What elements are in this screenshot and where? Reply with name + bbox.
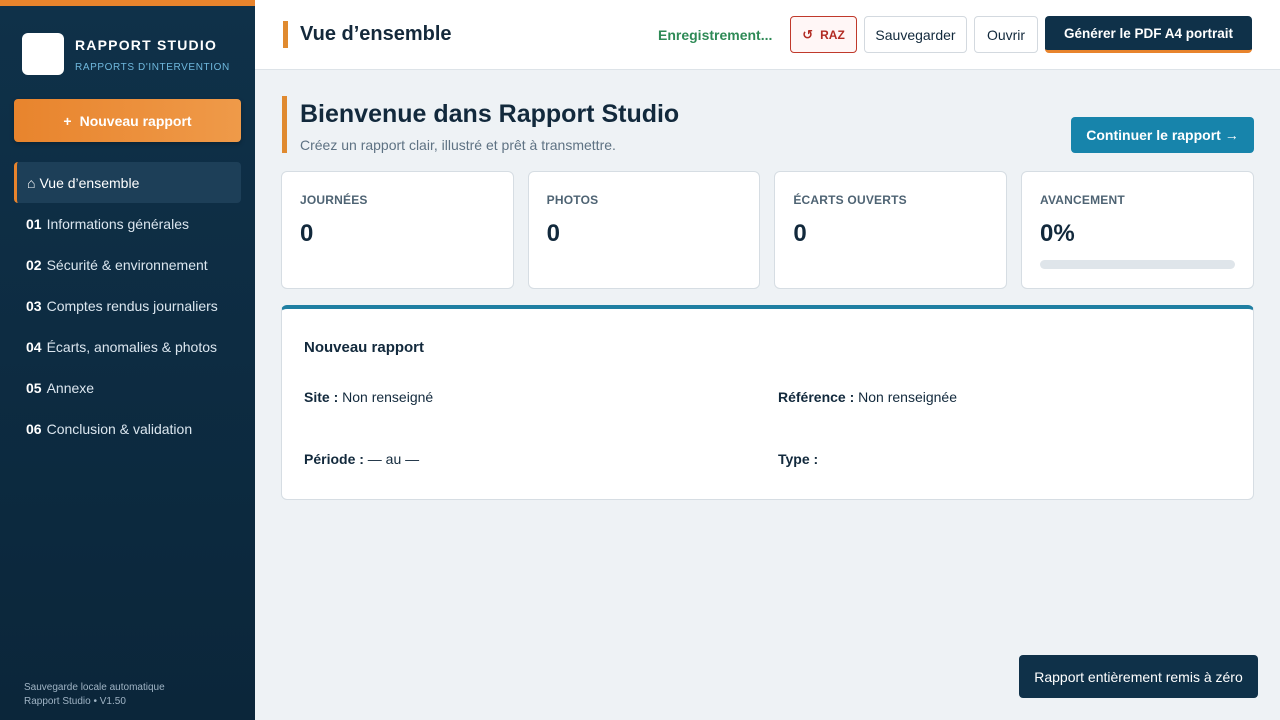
- field-value: Non renseignée: [858, 389, 958, 405]
- stat-card-open-issues: ÉCARTS OUVERTS 0: [774, 171, 1008, 289]
- report-site: Site : Non renseigné: [304, 389, 433, 405]
- welcome-header: Bienvenue dans Rapport Studio Créez un r…: [282, 96, 679, 153]
- stat-value: 0: [300, 220, 314, 247]
- stats-row: JOURNÉES 0 PHOTOS 0 ÉCARTS OUVERTS 0 AVA…: [281, 171, 1255, 289]
- stat-card-photos: PHOTOS 0: [527, 171, 761, 289]
- welcome-subtitle: Créez un rapport clair, illustré et prêt…: [300, 137, 616, 153]
- toast-notification: Rapport entièrement remis à zéro: [1019, 655, 1258, 698]
- brand: RAPPORT STUDIO RAPPORTS D'INTERVENTION: [22, 33, 230, 75]
- field-label: Référence :: [778, 389, 855, 405]
- sidebar-item-label: Annexe: [46, 379, 95, 396]
- sidebar-nav: ⌂ Vue d’ensemble 01 Informations général…: [14, 162, 241, 449]
- continue-report-button[interactable]: Continuer le rapport →: [1071, 117, 1254, 153]
- sidebar-item-number: 01: [26, 215, 42, 232]
- home-icon: ⌂: [27, 174, 36, 191]
- report-summary-card: Nouveau rapport Site : Non renseigné Réf…: [281, 305, 1254, 500]
- field-label: Site :: [304, 389, 339, 405]
- field-label: Période :: [304, 451, 364, 467]
- sidebar-item-label: Comptes rendus journaliers: [46, 297, 218, 314]
- sidebar-item-number: 05: [26, 379, 42, 396]
- app-version: Rapport Studio • V1.50: [24, 696, 126, 707]
- field-label: Type :: [778, 451, 819, 467]
- report-period: Période : — au —: [304, 451, 419, 467]
- reset-button[interactable]: ↺ RAZ: [790, 16, 857, 53]
- save-status: Enregistrement...: [658, 27, 773, 43]
- page-title: Vue d’ensemble: [283, 21, 452, 48]
- generate-pdf-button[interactable]: Générer le PDF A4 portrait: [1045, 16, 1252, 53]
- sidebar-item-label: Écarts, anomalies & photos: [46, 338, 217, 355]
- sidebar-item-number: 03: [26, 297, 42, 314]
- sidebar-item-label: Conclusion & validation: [46, 420, 193, 437]
- sidebar-item-number: 04: [26, 338, 42, 355]
- reset-icon: ↺: [802, 26, 814, 42]
- progress-bar: [1040, 260, 1236, 269]
- sidebar-item-number: 06: [26, 420, 42, 437]
- stat-value: 0: [546, 220, 561, 247]
- save-button[interactable]: Sauvegarder: [864, 16, 967, 53]
- stat-label: JOURNÉES: [300, 193, 368, 207]
- stat-card-days: JOURNÉES 0: [281, 171, 514, 289]
- plus-icon: +: [63, 112, 72, 129]
- welcome-title: Bienvenue dans Rapport Studio: [300, 100, 680, 128]
- stat-label: PHOTOS: [546, 193, 599, 207]
- sidebar-item-number: 02: [26, 256, 42, 273]
- app-logo: [22, 33, 64, 75]
- stat-label: ÉCARTS OUVERTS: [793, 193, 907, 207]
- report-reference: Référence : Non renseignée: [778, 389, 957, 405]
- sidebar-item-conclusion[interactable]: 06 Conclusion & validation: [14, 408, 241, 449]
- stat-value: 0%: [1040, 220, 1075, 247]
- sidebar: RAPPORT STUDIO RAPPORTS D'INTERVENTION +…: [0, 0, 255, 720]
- new-report-label: Nouveau rapport: [79, 112, 192, 129]
- stat-card-progress: AVANCEMENT 0%: [1021, 171, 1255, 289]
- sidebar-item-annex[interactable]: 05 Annexe: [14, 367, 241, 408]
- new-report-button[interactable]: + Nouveau rapport: [14, 99, 241, 142]
- sidebar-item-label: Vue d’ensemble: [39, 174, 140, 191]
- report-type: Type :: [778, 451, 818, 467]
- stat-label: AVANCEMENT: [1040, 193, 1125, 207]
- autosave-note: Sauvegarde locale automatique: [24, 682, 165, 693]
- sidebar-footer: Sauvegarde locale automatique Rapport St…: [24, 681, 165, 709]
- sidebar-item-label: Informations générales: [46, 215, 189, 232]
- sidebar-item-daily-reports[interactable]: 03 Comptes rendus journaliers: [14, 285, 241, 326]
- field-value: — au —: [367, 451, 420, 467]
- topbar: Vue d’ensemble Enregistrement... ↺ RAZ S…: [255, 0, 1280, 70]
- sidebar-item-label: Sécurité & environnement: [46, 256, 208, 273]
- sidebar-item-general-info[interactable]: 01 Informations générales: [14, 203, 241, 244]
- sidebar-item-safety[interactable]: 02 Sécurité & environnement: [14, 244, 241, 285]
- brand-subtitle: RAPPORTS D'INTERVENTION: [75, 62, 230, 73]
- report-title: Nouveau rapport: [304, 339, 425, 356]
- field-value: Non renseigné: [342, 389, 434, 405]
- brand-title: RAPPORT STUDIO: [75, 37, 218, 53]
- sidebar-item-anomalies[interactable]: 04 Écarts, anomalies & photos: [14, 326, 241, 367]
- sidebar-item-overview[interactable]: ⌂ Vue d’ensemble: [14, 162, 241, 203]
- open-button[interactable]: Ouvrir: [974, 16, 1038, 53]
- stat-value: 0: [793, 220, 807, 247]
- reset-label: RAZ: [820, 27, 845, 42]
